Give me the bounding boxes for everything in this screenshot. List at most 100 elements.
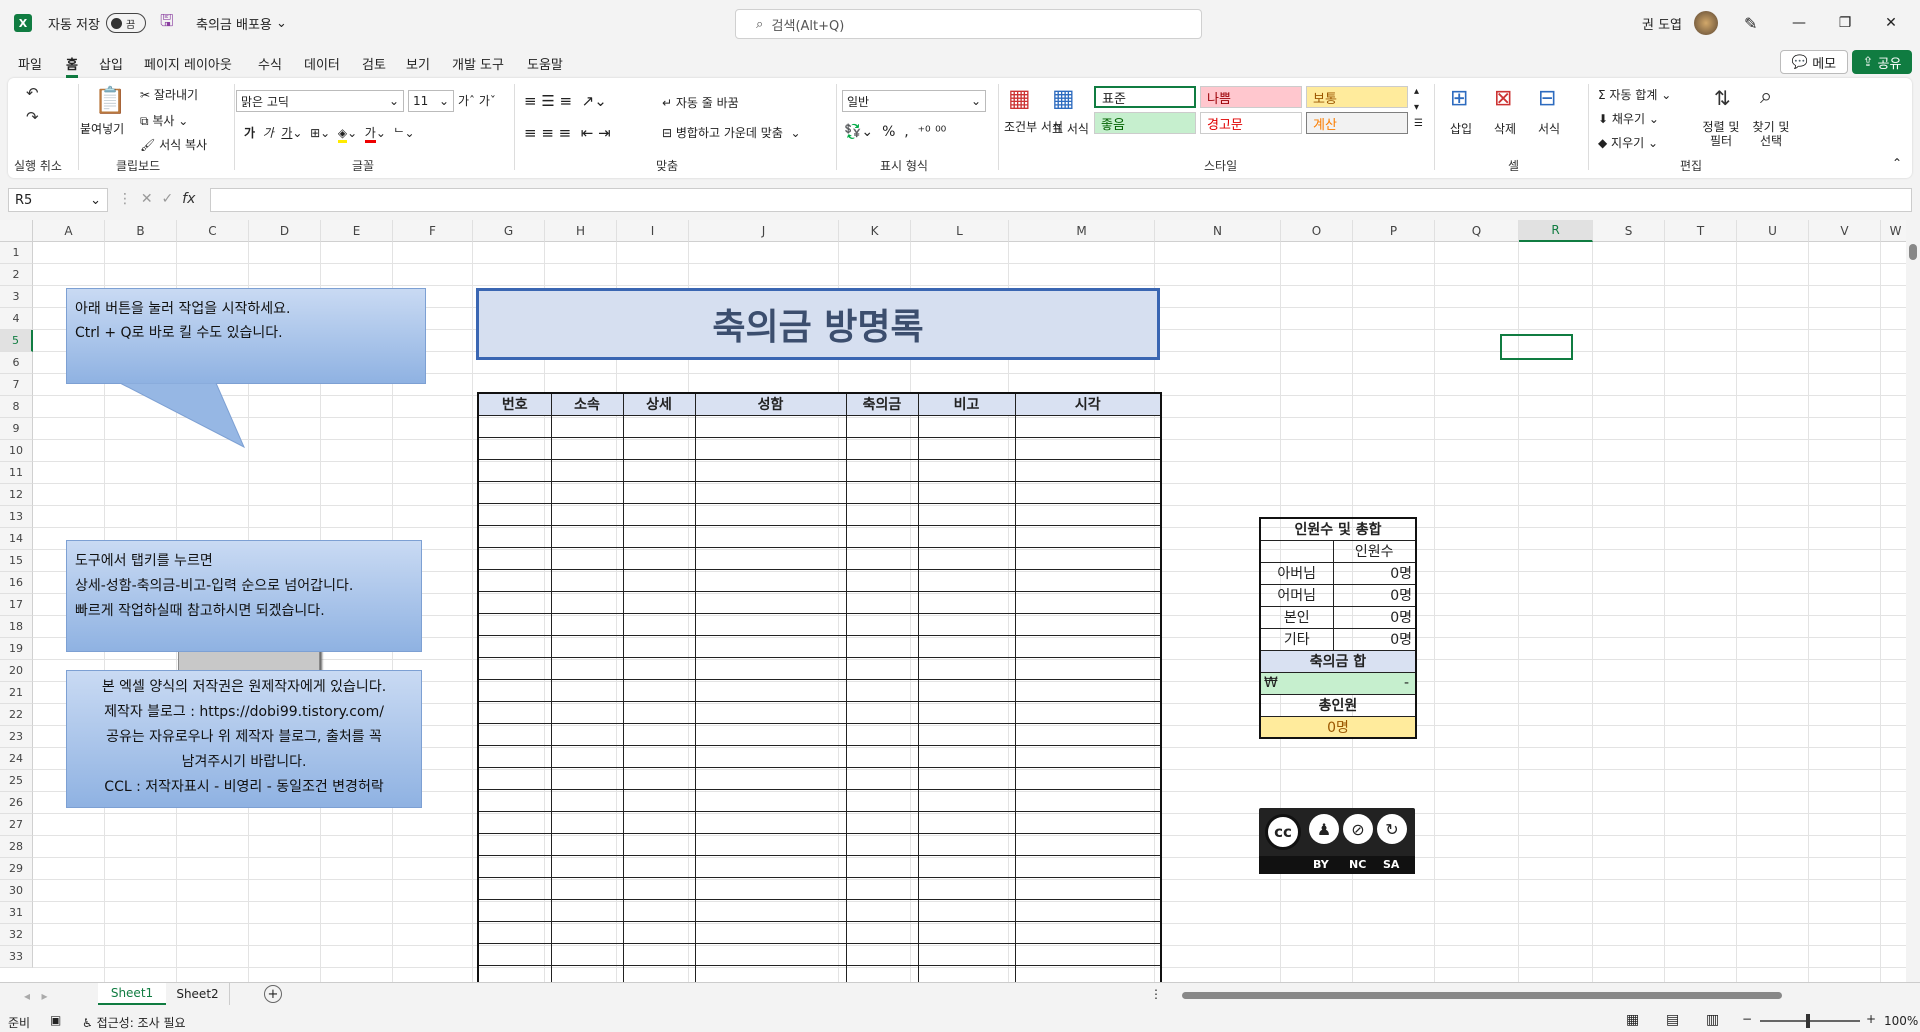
row-header[interactable]: 32: [0, 924, 33, 946]
table-cell[interactable]: [845, 876, 919, 900]
conditional-format-icon[interactable]: ▦: [1008, 84, 1031, 112]
table-cell[interactable]: [622, 700, 696, 724]
format-cells-icon[interactable]: ⊟: [1538, 86, 1556, 111]
table-cell[interactable]: [1014, 678, 1162, 702]
delete-cells-button[interactable]: 삭제: [1494, 120, 1516, 137]
search-box[interactable]: ⌕ 검색(Alt+Q): [735, 9, 1202, 39]
table-cell[interactable]: [622, 854, 696, 878]
menu-file[interactable]: 파일: [18, 54, 42, 73]
table-cell[interactable]: [477, 942, 552, 966]
row-header[interactable]: 33: [0, 946, 33, 968]
pen-icon[interactable]: ✎: [1744, 0, 1757, 46]
table-cell[interactable]: [917, 854, 1016, 878]
table-cell[interactable]: [694, 898, 847, 922]
table-cell[interactable]: [622, 634, 696, 658]
table-cell[interactable]: [550, 898, 624, 922]
styles-scroll[interactable]: ▴ ▾ ☰: [1414, 84, 1423, 132]
column-header[interactable]: T: [1665, 220, 1737, 242]
column-header[interactable]: N: [1155, 220, 1281, 242]
table-cell[interactable]: [550, 744, 624, 768]
column-header[interactable]: U: [1737, 220, 1809, 242]
table-cell[interactable]: [1014, 766, 1162, 790]
row-header[interactable]: 15: [0, 550, 33, 572]
number-format-dropdown[interactable]: 일반 ⌄: [842, 90, 986, 112]
table-cell[interactable]: [917, 766, 1016, 790]
table-cell[interactable]: [845, 546, 919, 570]
table-cell[interactable]: [694, 810, 847, 834]
table-cell[interactable]: [1014, 942, 1162, 966]
menu-help[interactable]: 도움말: [527, 54, 563, 73]
table-cell[interactable]: [622, 964, 696, 982]
table-cell[interactable]: [550, 722, 624, 746]
undo-icon[interactable]: ↶: [26, 84, 39, 102]
table-cell[interactable]: [694, 942, 847, 966]
column-header[interactable]: R: [1519, 220, 1593, 242]
row-header[interactable]: 8: [0, 396, 33, 418]
zoom-level[interactable]: 100%: [1884, 1014, 1918, 1028]
menu-developer[interactable]: 개발 도구: [452, 54, 504, 73]
table-cell[interactable]: [622, 656, 696, 680]
clear-button[interactable]: ◆ 지우기 ⌄: [1598, 134, 1658, 151]
table-cell[interactable]: [694, 744, 847, 768]
zoom-slider[interactable]: [1760, 1014, 1860, 1028]
table-cell[interactable]: [477, 700, 552, 724]
table-cell[interactable]: [917, 612, 1016, 636]
column-header[interactable]: E: [321, 220, 393, 242]
tab-nav-arrows[interactable]: ◂ ▸: [24, 989, 48, 1003]
restore-button[interactable]: ❐: [1822, 0, 1868, 46]
table-cell[interactable]: [694, 854, 847, 878]
vertical-scrollbar[interactable]: [1906, 220, 1920, 982]
menu-insert[interactable]: 삽입: [99, 54, 123, 73]
table-cell[interactable]: [694, 678, 847, 702]
table-cell[interactable]: [622, 810, 696, 834]
style-neutral[interactable]: 보통: [1306, 86, 1408, 108]
table-cell[interactable]: [1014, 656, 1162, 680]
table-cell[interactable]: [694, 612, 847, 636]
table-cell[interactable]: [550, 656, 624, 680]
insert-cells-icon[interactable]: ⊞: [1450, 86, 1468, 111]
table-cell[interactable]: [622, 568, 696, 592]
table-cell[interactable]: [845, 964, 919, 982]
table-cell[interactable]: [917, 634, 1016, 658]
table-cell[interactable]: [917, 722, 1016, 746]
table-cell[interactable]: [845, 898, 919, 922]
table-cell[interactable]: [845, 612, 919, 636]
table-cell[interactable]: [550, 920, 624, 944]
table-cell[interactable]: [1014, 634, 1162, 658]
table-cell[interactable]: [694, 546, 847, 570]
paste-icon[interactable]: 📋: [94, 86, 126, 116]
row-header[interactable]: 28: [0, 836, 33, 858]
selected-cell[interactable]: [1500, 334, 1573, 360]
table-cell[interactable]: [917, 656, 1016, 680]
row-header[interactable]: 19: [0, 638, 33, 660]
find-select-button[interactable]: 찾기 및 선택: [1748, 120, 1794, 148]
split-handle[interactable]: ⋮: [1150, 987, 1162, 1001]
zoom-in-icon[interactable]: +: [1866, 1012, 1876, 1026]
style-calc[interactable]: 계산: [1306, 112, 1408, 134]
menu-data[interactable]: 데이터: [304, 54, 340, 73]
font-name-dropdown[interactable]: 맑은 고딕 ⌄: [236, 90, 404, 112]
close-button[interactable]: ✕: [1868, 0, 1914, 46]
column-header[interactable]: P: [1353, 220, 1435, 242]
wrap-text-button[interactable]: ↵ 자동 줄 바꿈: [662, 94, 739, 111]
table-cell[interactable]: [917, 590, 1016, 614]
paste-button[interactable]: 붙여넣기: [80, 120, 124, 137]
row-header[interactable]: 20: [0, 660, 33, 682]
column-header[interactable]: B: [105, 220, 177, 242]
table-cell[interactable]: [845, 832, 919, 856]
table-cell[interactable]: [622, 612, 696, 636]
table-cell[interactable]: [694, 480, 847, 504]
row-header[interactable]: 21: [0, 682, 33, 704]
table-cell[interactable]: [1014, 788, 1162, 812]
table-cell[interactable]: [694, 634, 847, 658]
row-header[interactable]: 10: [0, 440, 33, 462]
table-cell[interactable]: [917, 568, 1016, 592]
table-cell[interactable]: [477, 920, 552, 944]
table-cell[interactable]: [1014, 480, 1162, 504]
table-cell[interactable]: [550, 700, 624, 724]
table-cell[interactable]: [694, 414, 847, 438]
formula-controls[interactable]: ⋮ ✕ ✓ fx: [118, 191, 195, 207]
table-cell[interactable]: [477, 898, 552, 922]
table-cell[interactable]: [694, 832, 847, 856]
table-cell[interactable]: [917, 942, 1016, 966]
